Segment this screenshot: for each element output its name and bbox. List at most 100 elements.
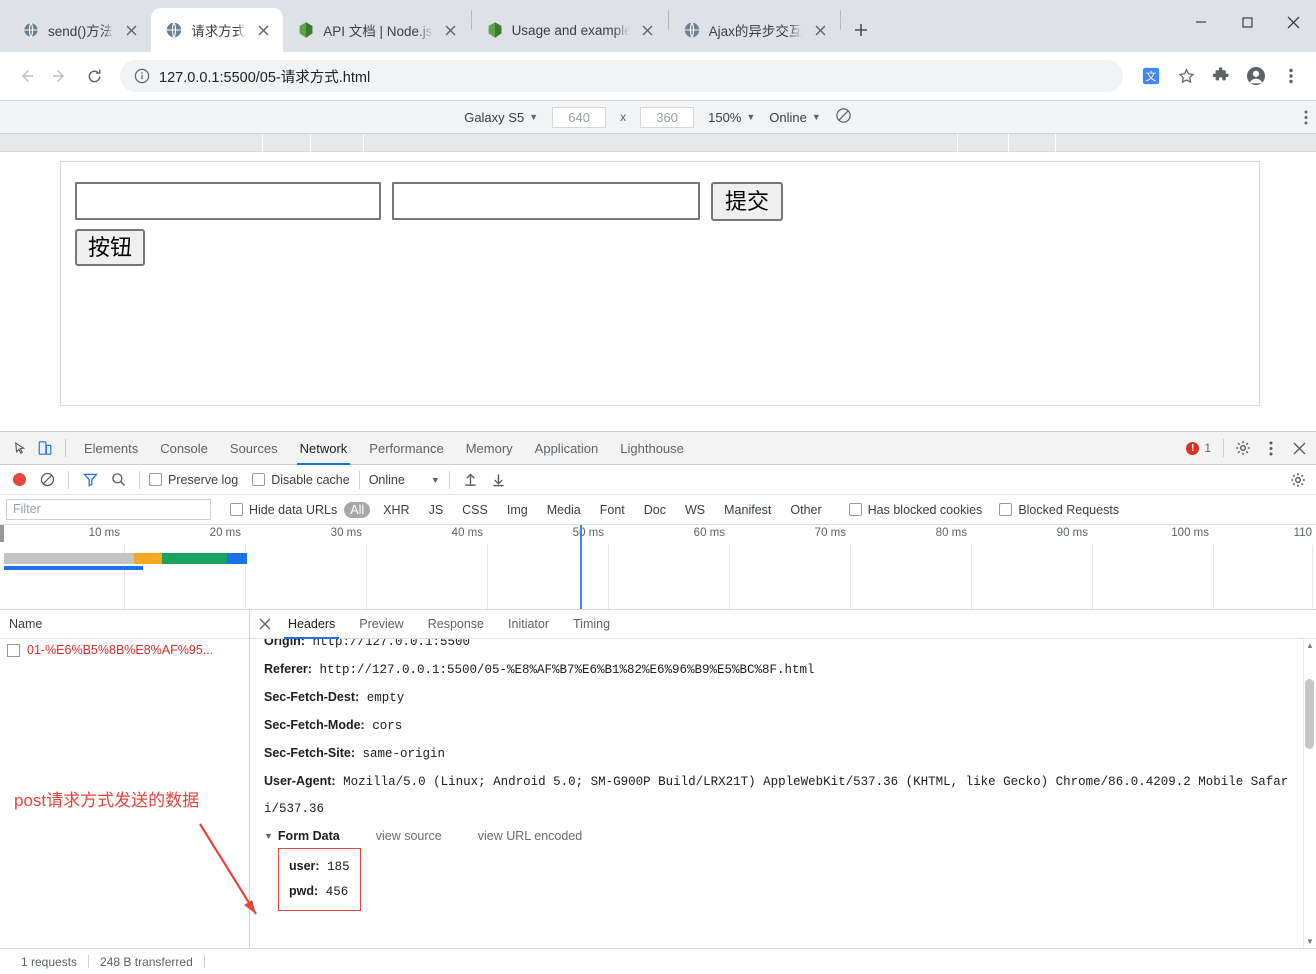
filter-type-manifest[interactable]: Manifest	[718, 502, 777, 518]
preserve-log-checkbox[interactable]: Preserve log	[149, 473, 238, 487]
table-row[interactable]: 01-%E6%B5%8B%E8%AF%95...	[0, 639, 249, 661]
form-data-highlight-box: user: 185 pwd: 456	[278, 848, 361, 911]
detail-tab-preview[interactable]: Preview	[347, 610, 415, 639]
devtools-tab-sources[interactable]: Sources	[219, 432, 289, 465]
browser-tab-2[interactable]: 请求方式	[151, 8, 284, 52]
star-icon[interactable]	[1171, 61, 1201, 91]
translate-icon[interactable]: 文	[1136, 61, 1166, 91]
zoom-select[interactable]: 150% ▼	[708, 110, 755, 125]
view-url-encoded-link[interactable]: view URL encoded	[478, 829, 582, 843]
blocked-requests-checkbox[interactable]: Blocked Requests	[999, 503, 1119, 517]
export-har-icon[interactable]	[487, 468, 511, 492]
timeline-tick-40ms: 40 ms	[451, 527, 483, 539]
network-throttle-dropdown[interactable]: Online ▼	[369, 473, 440, 487]
close-icon[interactable]	[1286, 435, 1312, 461]
filter-type-xhr[interactable]: XHR	[377, 502, 415, 518]
close-icon[interactable]	[810, 20, 830, 40]
devtools-tab-lighthouse[interactable]: Lighthouse	[609, 432, 695, 465]
scrollbar-thumb[interactable]	[1305, 679, 1314, 749]
filter-type-all[interactable]: All	[344, 501, 371, 518]
browser-tab-3[interactable]: API 文档 | Node.js	[283, 8, 470, 52]
filter-type-ws[interactable]: WS	[679, 502, 711, 518]
emulated-viewport: 提交 按钮	[0, 134, 1316, 431]
devtools-tab-performance[interactable]: Performance	[358, 432, 454, 465]
user-input[interactable]	[75, 182, 381, 220]
filter-type-css[interactable]: CSS	[456, 502, 494, 518]
rotate-icon[interactable]	[835, 107, 852, 127]
gear-icon[interactable]	[1286, 468, 1310, 492]
detail-tab-timing[interactable]: Timing	[561, 610, 622, 639]
disable-cache-checkbox[interactable]: Disable cache	[252, 473, 350, 487]
close-icon[interactable]	[253, 20, 273, 40]
back-arrow-icon[interactable]	[10, 60, 42, 92]
device-toolbar-icon[interactable]	[32, 435, 58, 461]
filter-type-doc[interactable]: Doc	[638, 502, 672, 518]
network-throttle-select[interactable]: Online ▼	[769, 110, 821, 125]
header-key: Sec-Fetch-Mode:	[264, 718, 365, 732]
close-icon[interactable]	[254, 618, 276, 630]
close-icon[interactable]	[638, 20, 658, 40]
chevron-down-icon[interactable]: ▼	[1304, 935, 1316, 948]
page-info-icon[interactable]	[134, 68, 150, 84]
inspect-cursor-icon[interactable]	[6, 435, 32, 461]
close-icon[interactable]	[441, 20, 461, 40]
import-har-icon[interactable]	[459, 468, 483, 492]
dom-content-loaded-line	[4, 566, 143, 570]
password-input[interactable]	[392, 182, 700, 220]
devtools-tab-console[interactable]: Console	[149, 432, 219, 465]
address-bar[interactable]: 127.0.0.1:5500/05-请求方式.html	[120, 60, 1123, 92]
account-icon[interactable]	[1241, 61, 1271, 91]
devtools-tab-network[interactable]: Network	[289, 432, 359, 465]
three-dot-menu-icon[interactable]	[1276, 61, 1306, 91]
error-count-badge[interactable]: ! 1	[1186, 441, 1217, 455]
chevron-up-icon[interactable]: ▲	[1304, 639, 1316, 652]
detail-scrollbar[interactable]: ▲ ▼	[1303, 639, 1316, 948]
reload-icon[interactable]	[78, 60, 110, 92]
devtools-tab-application[interactable]: Application	[524, 432, 610, 465]
browser-tab-1[interactable]: send()方法	[8, 8, 151, 52]
filter-type-other[interactable]: Other	[784, 502, 827, 518]
has-blocked-cookies-checkbox[interactable]: Has blocked cookies	[848, 503, 982, 517]
detail-tab-headers[interactable]: Headers	[276, 610, 347, 639]
devtools-tab-elements[interactable]: Elements	[73, 432, 149, 465]
forward-arrow-icon[interactable]	[44, 60, 76, 92]
clear-icon[interactable]	[35, 468, 59, 492]
request-detail-pane: Headers Preview Response Initiator Timin…	[250, 610, 1316, 948]
filter-type-img[interactable]: Img	[501, 502, 534, 518]
checkbox-icon[interactable]	[7, 643, 20, 657]
three-dot-menu-icon[interactable]	[1258, 435, 1284, 461]
filter-input[interactable]: Filter	[6, 499, 211, 520]
devtools-tab-memory[interactable]: Memory	[455, 432, 524, 465]
hide-data-urls-checkbox[interactable]: Hide data URLs	[230, 503, 337, 517]
submit-button[interactable]: 提交	[711, 182, 784, 222]
action-button[interactable]: 按钮	[75, 229, 146, 267]
detail-tab-initiator[interactable]: Initiator	[496, 610, 561, 639]
puzzle-icon[interactable]	[1206, 61, 1236, 91]
view-source-link[interactable]: view source	[376, 829, 442, 843]
filter-type-js[interactable]: JS	[423, 502, 450, 518]
viewport-height-input[interactable]: 360	[640, 106, 695, 128]
close-icon[interactable]	[121, 20, 141, 40]
gear-icon[interactable]	[1230, 435, 1256, 461]
record-stop-icon[interactable]	[7, 468, 31, 492]
network-settings	[1286, 468, 1310, 492]
request-column-header[interactable]: Name	[0, 610, 249, 639]
device-select[interactable]: Galaxy S5 ▼	[464, 110, 538, 125]
filter-funnel-icon[interactable]	[78, 468, 102, 492]
three-dot-menu-icon[interactable]	[1304, 110, 1308, 125]
browser-tab-4[interactable]: Usage and examples	[472, 8, 668, 52]
form-data-value: 185	[327, 860, 350, 874]
search-icon[interactable]	[106, 468, 130, 492]
viewport-width-input[interactable]: 640	[552, 106, 607, 128]
minimize-icon[interactable]	[1178, 0, 1224, 44]
new-tab-button[interactable]	[847, 16, 875, 44]
network-overview-timeline[interactable]: 10 ms 20 ms 30 ms 40 ms 50 ms 60 ms 70 m…	[0, 525, 1316, 610]
tab-title: Ajax的异步交互	[708, 24, 803, 39]
filter-type-font[interactable]: Font	[594, 502, 631, 518]
browser-tab-5[interactable]: Ajax的异步交互	[669, 8, 841, 52]
filter-type-media[interactable]: Media	[541, 502, 587, 518]
maximize-icon[interactable]	[1224, 0, 1270, 44]
close-icon[interactable]	[1270, 0, 1316, 44]
detail-tab-response[interactable]: Response	[416, 610, 496, 639]
form-data-section-header[interactable]: ▼ Form Data view source view URL encoded	[264, 829, 1316, 843]
